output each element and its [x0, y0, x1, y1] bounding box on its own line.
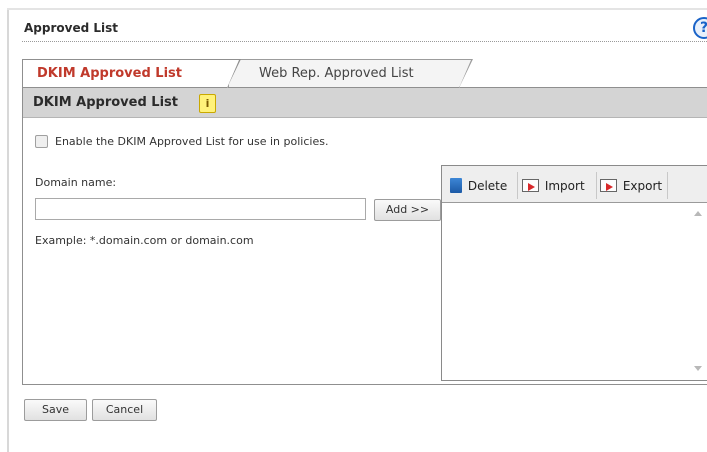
- import-button[interactable]: Import: [522, 176, 585, 196]
- section-header: DKIM Approved List i: [23, 88, 707, 118]
- cancel-button[interactable]: Cancel: [92, 399, 157, 421]
- import-label: Import: [544, 179, 585, 193]
- approved-list-panel: DKIM Approved List Web Rep. Approved Lis…: [22, 59, 707, 385]
- list-toolbar: Delete Import Export: [442, 166, 707, 203]
- toolbar-separator: [596, 172, 597, 199]
- help-icon[interactable]: ?: [693, 17, 707, 39]
- delete-button[interactable]: Delete: [450, 176, 507, 196]
- page-top-border: [7, 8, 707, 10]
- enable-checkbox-label[interactable]: Enable the DKIM Approved List for use in…: [55, 135, 328, 148]
- info-icon[interactable]: i: [199, 94, 216, 113]
- enable-checkbox[interactable]: [35, 135, 48, 148]
- save-button[interactable]: Save: [24, 399, 87, 421]
- domain-example-text: Example: *.domain.com or domain.com: [35, 234, 254, 247]
- export-label: Export: [622, 179, 663, 193]
- title-divider: [22, 41, 707, 42]
- page-left-border: [7, 8, 9, 452]
- domain-name-input[interactable]: [35, 198, 366, 220]
- tab-dkim-approved-list[interactable]: DKIM Approved List: [22, 59, 241, 88]
- tab-label: Web Rep. Approved List: [259, 66, 414, 81]
- toolbar-separator: [517, 172, 518, 199]
- section-title: DKIM Approved List: [33, 95, 178, 110]
- export-button[interactable]: Export: [600, 176, 662, 196]
- delete-label: Delete: [467, 179, 508, 193]
- trash-icon: [450, 178, 462, 193]
- add-button[interactable]: Add >>: [374, 199, 441, 221]
- scroll-up-icon[interactable]: [694, 211, 702, 216]
- domain-name-label: Domain name:: [35, 176, 117, 189]
- toolbar-separator: [667, 172, 668, 199]
- approved-domain-list: Delete Import Export: [441, 165, 707, 381]
- page-title: Approved List: [24, 21, 118, 35]
- import-icon: [522, 179, 539, 192]
- tab-web-rep-approved-list[interactable]: Web Rep. Approved List: [228, 59, 473, 88]
- tab-label: DKIM Approved List: [37, 66, 182, 81]
- tab-content: DKIM Approved List i Enable the DKIM App…: [22, 87, 707, 385]
- scroll-down-icon[interactable]: [694, 366, 702, 371]
- export-icon: [600, 179, 617, 192]
- list-scrollbar[interactable]: [691, 206, 705, 376]
- domain-listbox[interactable]: [442, 203, 707, 380]
